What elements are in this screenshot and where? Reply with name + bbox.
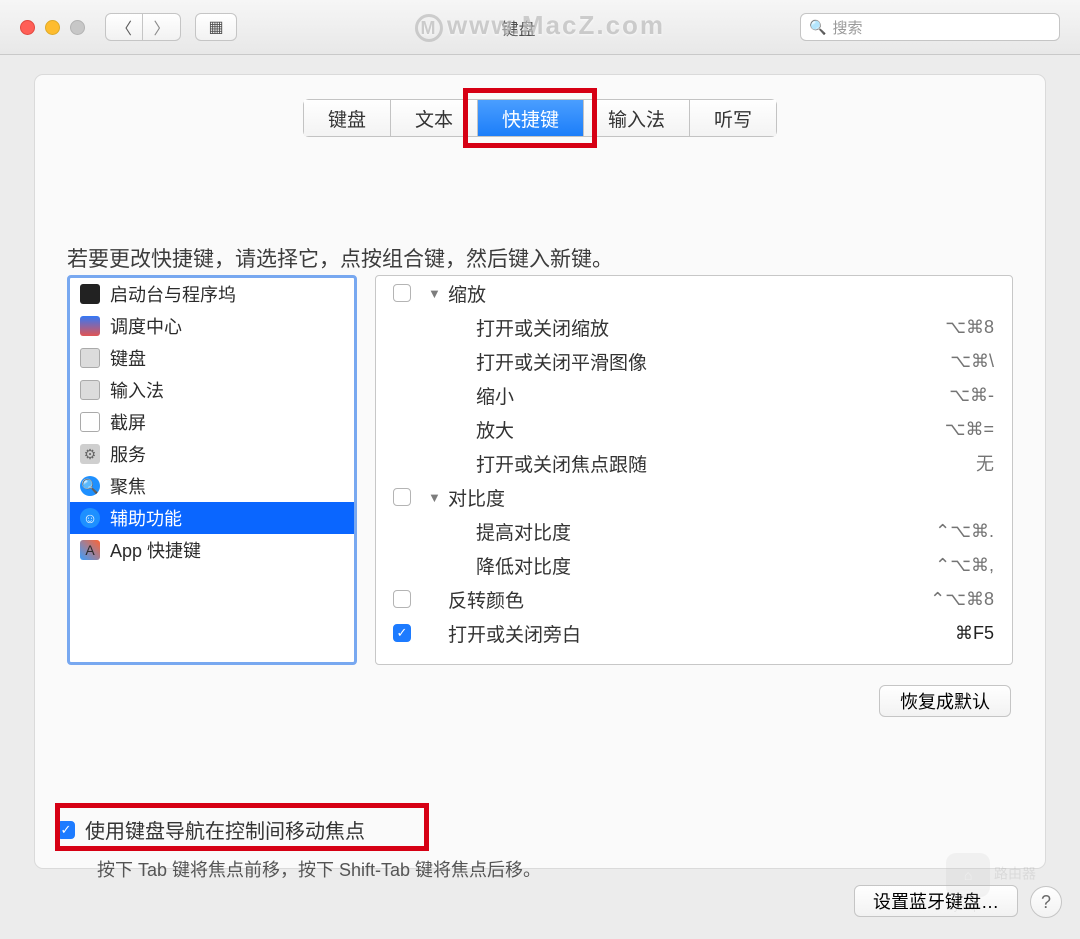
window-title: 键盘 [237, 15, 800, 40]
preferences-panel: 键盘文本快捷键输入法听写 若要更改快捷键，请选择它，点按组合键，然后键入新键。 … [34, 74, 1046, 869]
shortcut-key: ⌘F5 [904, 623, 994, 644]
shortcut-row[interactable]: 打开或关闭平滑图像⌥⌘\ [376, 344, 1012, 378]
tab-1[interactable]: 文本 [391, 100, 478, 136]
sidebar-item-access[interactable]: ☺ 辅助功能 [70, 502, 354, 534]
sidebar-item-label: 启动台与程序坞 [110, 281, 236, 307]
shortcut-key: ⌥⌘= [904, 419, 994, 440]
spotlight-icon: 🔍 [80, 476, 100, 496]
close-window-button[interactable] [20, 20, 35, 35]
sidebar-item-label: App 快捷键 [110, 537, 201, 563]
shortcut-row[interactable]: ▼缩放 [376, 276, 1012, 310]
disclosure-triangle-icon: ▼ [428, 490, 448, 505]
shortcut-row[interactable]: 反转颜色⌃⌥⌘8 [376, 582, 1012, 616]
access-icon: ☺ [80, 508, 100, 528]
instruction-text: 若要更改快捷键，请选择它，点按组合键，然后键入新键。 [67, 243, 613, 273]
shortcut-key: ⌥⌘- [904, 385, 994, 406]
restore-defaults-button[interactable]: 恢复成默认 [879, 685, 1011, 717]
sidebar-item-screenshot[interactable]: 截屏 [70, 406, 354, 438]
shortcut-checkbox[interactable] [393, 590, 411, 608]
shortcut-label: 打开或关闭缩放 [448, 314, 904, 341]
shortcut-row[interactable]: 放大⌥⌘= [376, 412, 1012, 446]
forward-button[interactable]: 〉 [143, 13, 181, 41]
sidebar-item-spotlight[interactable]: 🔍 聚焦 [70, 470, 354, 502]
shortcut-checkbox[interactable]: ✓ [393, 624, 411, 642]
shortcut-list[interactable]: ▼缩放打开或关闭缩放⌥⌘8打开或关闭平滑图像⌥⌘\缩小⌥⌘-放大⌥⌘=打开或关闭… [375, 275, 1013, 665]
shortcut-label: 反转颜色 [448, 586, 904, 613]
sidebar-item-label: 截屏 [110, 409, 146, 435]
shortcut-key: 无 [904, 450, 994, 476]
shortcut-label: 打开或关闭焦点跟随 [448, 450, 904, 477]
shortcut-row[interactable]: 提高对比度⌃⌥⌘. [376, 514, 1012, 548]
sidebar-item-mission[interactable]: 调度中心 [70, 310, 354, 342]
nav-buttons: 〈 〉 [105, 13, 181, 41]
shortcut-label: 对比度 [448, 484, 904, 511]
keyboard-icon [80, 348, 100, 368]
sidebar-item-label: 聚焦 [110, 473, 146, 499]
shortcut-label: 降低对比度 [448, 552, 904, 579]
shortcut-label: 提高对比度 [448, 518, 904, 545]
sidebar-item-label: 服务 [110, 441, 146, 467]
sidebar-item-input[interactable]: 输入法 [70, 374, 354, 406]
shortcut-key: ⌃⌥⌘, [904, 555, 994, 576]
sidebar-item-label: 辅助功能 [110, 505, 182, 531]
shortcut-row[interactable]: 打开或关闭焦点跟随无 [376, 446, 1012, 480]
tab-3[interactable]: 输入法 [584, 100, 690, 136]
sidebar-item-label: 键盘 [110, 345, 146, 371]
minimize-window-button[interactable] [45, 20, 60, 35]
category-sidebar[interactable]: 启动台与程序坞调度中心键盘输入法截屏 ⚙ 服务 🔍 聚焦 ☺ 辅助功能 A App 快捷键 [67, 275, 357, 665]
sidebar-item-launchpad[interactable]: 启动台与程序坞 [70, 278, 354, 310]
shortcut-key: ⌃⌥⌘. [904, 521, 994, 542]
sidebar-item-keyboard[interactable]: 键盘 [70, 342, 354, 374]
shortcut-row[interactable]: 打开或关闭缩放⌥⌘8 [376, 310, 1012, 344]
shortcut-checkbox[interactable] [393, 488, 411, 506]
help-button[interactable]: ? [1030, 886, 1062, 918]
mission-icon [80, 316, 100, 336]
shortcut-label: 缩放 [448, 280, 904, 307]
shortcut-key: ⌥⌘\ [904, 351, 994, 372]
window-toolbar: 〈 〉 ▦ 键盘 🔍 搜索 [0, 0, 1080, 55]
tab-bar: 键盘文本快捷键输入法听写 [303, 99, 777, 137]
keyboard-nav-checkbox[interactable]: ✓ [57, 821, 75, 839]
keyboard-nav-hint: 按下 Tab 键将焦点前移，按下 Shift-Tab 键将焦点后移。 [97, 856, 541, 882]
shortcut-key: ⌥⌘8 [904, 317, 994, 338]
sidebar-item-label: 调度中心 [110, 313, 182, 339]
shortcut-key: ⌃⌥⌘8 [904, 589, 994, 610]
screenshot-icon [80, 412, 100, 432]
shortcut-row[interactable]: ▼对比度 [376, 480, 1012, 514]
shortcut-row[interactable]: ✓ 打开或关闭旁白⌘F5 [376, 616, 1012, 650]
sidebar-item-label: 输入法 [110, 377, 164, 403]
search-placeholder: 搜索 [832, 17, 862, 38]
zoom-window-button[interactable] [70, 20, 85, 35]
app-icon: A [80, 540, 100, 560]
keyboard-nav-label: 使用键盘导航在控制间移动焦点 [85, 815, 365, 844]
tab-2[interactable]: 快捷键 [478, 100, 584, 136]
shortcut-label: 放大 [448, 416, 904, 443]
shortcut-row[interactable]: 降低对比度⌃⌥⌘, [376, 548, 1012, 582]
services-icon: ⚙ [80, 444, 100, 464]
search-input[interactable]: 🔍 搜索 [800, 13, 1060, 41]
back-button[interactable]: 〈 [105, 13, 143, 41]
shortcut-label: 缩小 [448, 382, 904, 409]
launchpad-icon [80, 284, 100, 304]
input-icon [80, 380, 100, 400]
sidebar-item-services[interactable]: ⚙ 服务 [70, 438, 354, 470]
shortcut-label: 打开或关闭平滑图像 [448, 348, 904, 375]
shortcut-label: 打开或关闭旁白 [448, 620, 904, 647]
search-icon: 🔍 [809, 19, 826, 36]
sidebar-item-app[interactable]: A App 快捷键 [70, 534, 354, 566]
disclosure-triangle-icon: ▼ [428, 286, 448, 301]
bluetooth-keyboard-button[interactable]: 设置蓝牙键盘… [854, 885, 1018, 917]
tab-0[interactable]: 键盘 [304, 100, 391, 136]
shortcut-row[interactable]: 缩小⌥⌘- [376, 378, 1012, 412]
traffic-lights [20, 20, 85, 35]
shortcut-checkbox[interactable] [393, 284, 411, 302]
show-all-prefs-button[interactable]: ▦ [195, 13, 237, 41]
tab-4[interactable]: 听写 [690, 100, 776, 136]
